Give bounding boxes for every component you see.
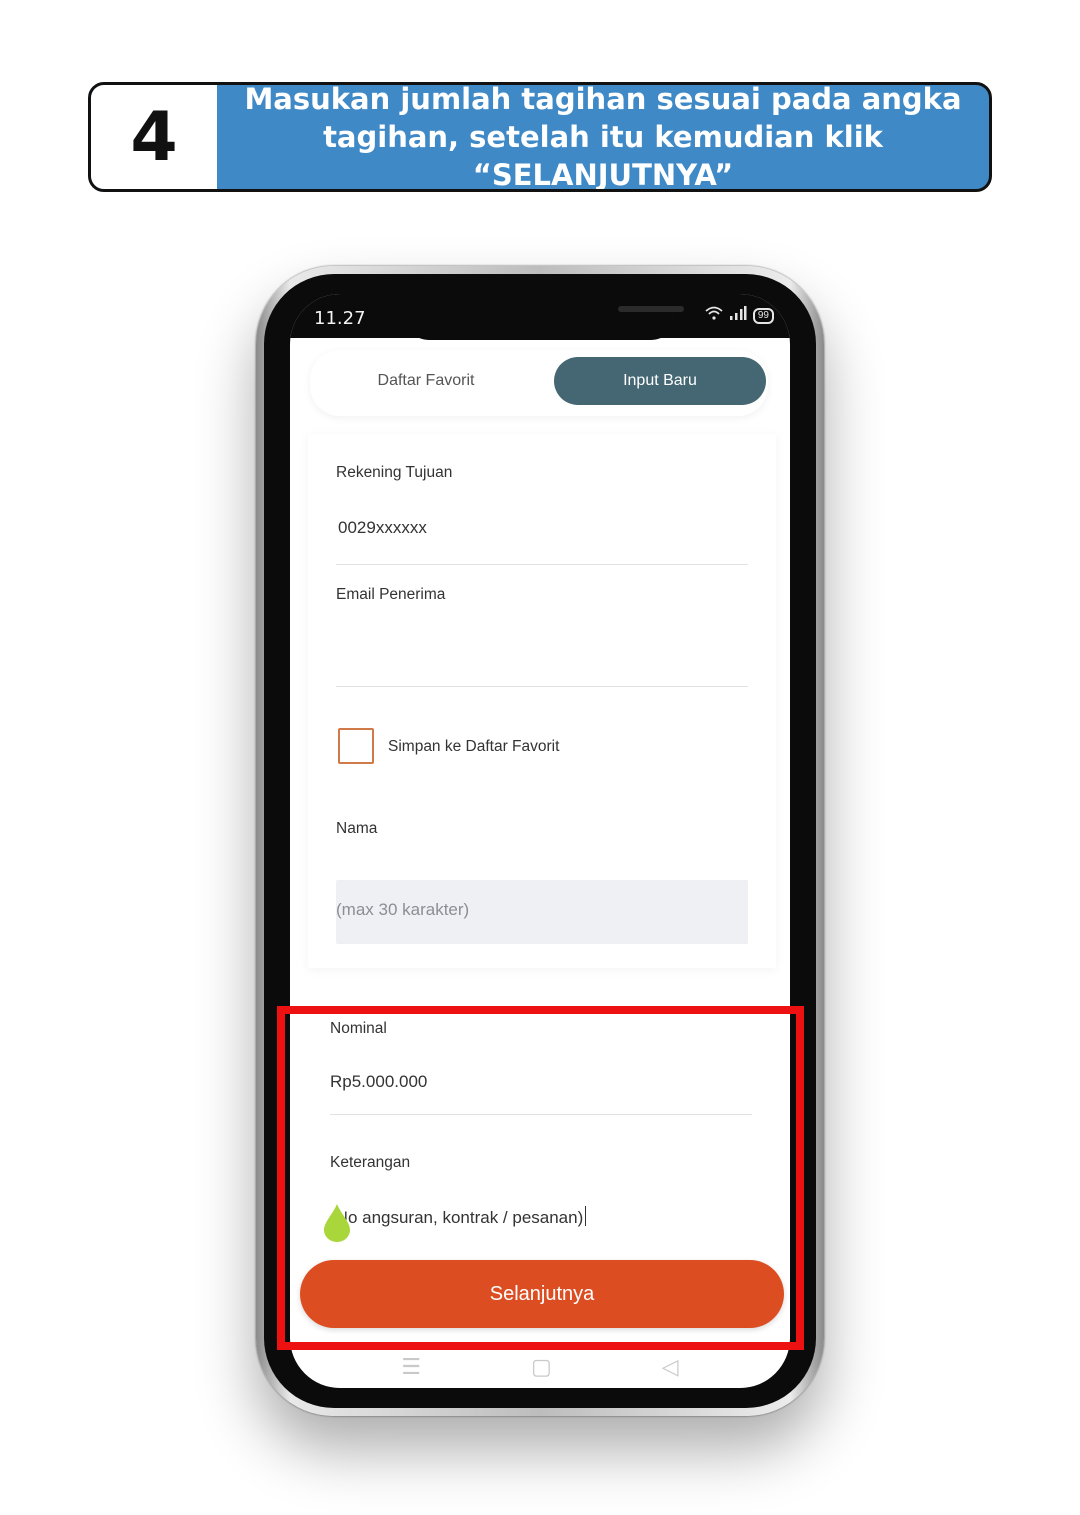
rekening-label: Rekening Tujuan — [336, 464, 453, 481]
status-icons: 99 — [705, 306, 774, 325]
nama-placeholder: (max 30 karakter) — [336, 900, 470, 919]
email-label: Email Penerima — [336, 586, 446, 603]
step-number-box: 4 — [91, 85, 217, 189]
tab-daftar-favorit[interactable]: Daftar Favorit — [310, 357, 542, 405]
step-instruction-line2: tagihan, setelah itu kemudian klik “SELA… — [323, 120, 883, 192]
save-favorite-checkbox[interactable] — [338, 728, 374, 764]
menu-icon[interactable]: ☰ — [401, 1354, 421, 1380]
save-favorite-label: Simpan ke Daftar Favorit — [388, 738, 560, 755]
home-square-icon[interactable]: ▢ — [531, 1354, 552, 1380]
tab-bar: Daftar Favorit Input Baru — [310, 350, 768, 416]
wifi-icon — [705, 306, 723, 325]
phone-notch — [400, 294, 684, 340]
nama-label: Nama — [336, 820, 378, 837]
status-time: 11.27 — [314, 308, 366, 329]
nama-input[interactable]: (max 30 karakter) — [336, 880, 748, 944]
speaker-grille — [618, 306, 684, 312]
battery-icon: 99 — [752, 307, 774, 324]
step-number: 4 — [130, 97, 178, 177]
email-input[interactable] — [338, 634, 738, 674]
tab-input-baru[interactable]: Input Baru — [554, 357, 766, 405]
rekening-input[interactable]: 0029xxxxxx — [338, 518, 427, 538]
step-instruction: Masukan jumlah tagihan sesuai pada angka… — [217, 85, 989, 189]
step-instruction-line1: Masukan jumlah tagihan sesuai pada angka — [244, 82, 962, 116]
signal-icon — [729, 306, 747, 325]
android-nav-bar: ☰ ▢ ◁ — [290, 1346, 790, 1388]
rekening-divider — [336, 564, 748, 565]
back-triangle-icon[interactable]: ◁ — [662, 1354, 679, 1380]
email-divider — [336, 686, 748, 687]
highlight-frame — [277, 1006, 804, 1350]
step-banner: 4 Masukan jumlah tagihan sesuai pada ang… — [88, 82, 992, 192]
